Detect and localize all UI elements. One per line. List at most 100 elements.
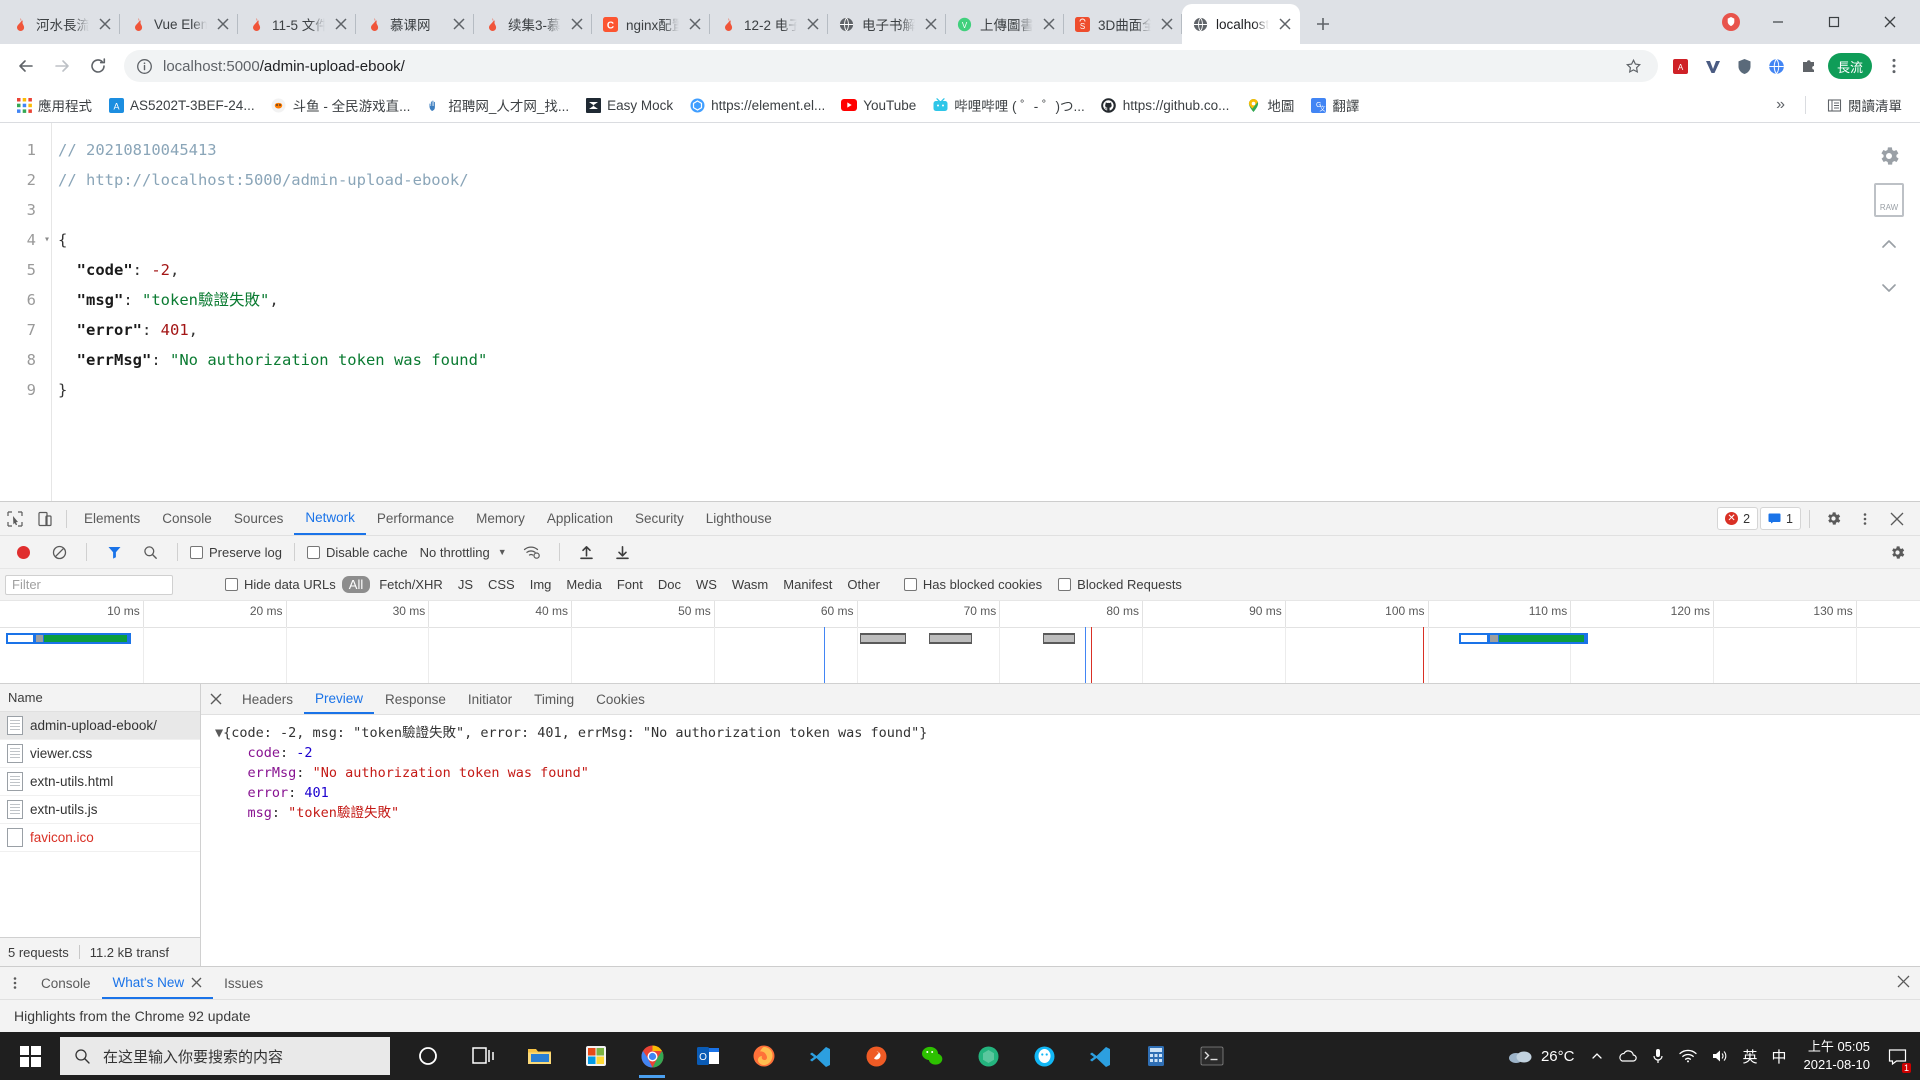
store-icon[interactable] bbox=[568, 1032, 624, 1080]
resource-type-filter-wasm[interactable]: Wasm bbox=[726, 577, 774, 592]
resource-type-filter-fetch-xhr[interactable]: Fetch/XHR bbox=[373, 577, 449, 592]
pdf-extension-icon[interactable]: A bbox=[1666, 51, 1696, 81]
browser-tab[interactable]: 河水長流 bbox=[2, 4, 120, 44]
tab-close-icon[interactable] bbox=[1276, 15, 1294, 33]
tab-close-icon[interactable] bbox=[332, 15, 350, 33]
reload-button[interactable] bbox=[80, 48, 116, 84]
throttling-select[interactable]: No throttling ▼ bbox=[420, 545, 507, 560]
collapse-up-icon[interactable] bbox=[1872, 227, 1906, 261]
devtools-panel-tab-performance[interactable]: Performance bbox=[366, 502, 465, 535]
request-row[interactable]: admin-upload-ebook/ bbox=[0, 712, 200, 740]
forward-button[interactable] bbox=[44, 48, 80, 84]
resource-type-filter-all[interactable]: All bbox=[341, 576, 371, 593]
bookmark-item[interactable]: Easy Mock bbox=[577, 94, 681, 116]
calculator-icon[interactable] bbox=[1128, 1032, 1184, 1080]
detail-tab-preview[interactable]: Preview bbox=[304, 684, 375, 714]
detail-tab-headers[interactable]: Headers bbox=[231, 684, 304, 714]
gear-icon[interactable] bbox=[1818, 505, 1848, 533]
tab-close-icon[interactable] bbox=[450, 15, 468, 33]
chrome-icon[interactable] bbox=[624, 1032, 680, 1080]
bookmark-item[interactable]: 斗鱼 - 全民游戏直... bbox=[263, 92, 419, 118]
volume-icon[interactable] bbox=[1704, 1032, 1735, 1080]
request-row[interactable]: viewer.css bbox=[0, 740, 200, 768]
error-count-chip[interactable]: ✕ 2 bbox=[1717, 507, 1759, 530]
request-row[interactable]: extn-utils.html bbox=[0, 768, 200, 796]
start-button[interactable] bbox=[0, 1032, 60, 1080]
maximize-button[interactable] bbox=[1806, 3, 1862, 41]
device-toolbar-icon[interactable] bbox=[30, 505, 60, 533]
browser-tab[interactable]: 续集3-慕 bbox=[473, 4, 592, 44]
resource-type-filter-font[interactable]: Font bbox=[611, 577, 649, 592]
network-overview-timeline[interactable]: 10 ms 20 ms 30 ms 40 ms 50 ms 60 ms 70 ms 80 ms… bbox=[0, 601, 1920, 684]
browser-tab[interactable]: Cnginx配置 bbox=[591, 4, 710, 44]
tray-expand-chevron-icon[interactable] bbox=[1584, 1032, 1610, 1080]
request-list-header[interactable]: Name bbox=[0, 684, 200, 712]
download-arrow-icon[interactable] bbox=[608, 538, 638, 566]
close-icon[interactable] bbox=[1882, 505, 1912, 533]
disable-cache-checkbox[interactable]: Disable cache bbox=[306, 545, 408, 560]
fold-toggle[interactable]: ▾ bbox=[36, 225, 58, 255]
bookmark-item[interactable]: https://github.co... bbox=[1093, 94, 1238, 116]
node-icon[interactable] bbox=[960, 1032, 1016, 1080]
blocked-requests-checkbox[interactable]: Blocked Requests bbox=[1058, 577, 1182, 592]
address-bar[interactable]: localhost:5000/admin-upload-ebook/ bbox=[124, 50, 1658, 82]
expand-down-icon[interactable] bbox=[1872, 271, 1906, 305]
cortana-circle-icon[interactable] bbox=[400, 1032, 456, 1080]
bookmark-item[interactable]: 哔哩哔哩 ( ゜- ゜)つ... bbox=[924, 92, 1093, 118]
devtools-panel-tab-network[interactable]: Network bbox=[294, 502, 366, 535]
three-dots-icon[interactable] bbox=[1876, 48, 1912, 84]
browser-tab-active[interactable]: localhost bbox=[1181, 4, 1300, 44]
resource-type-filter-ws[interactable]: WS bbox=[690, 577, 723, 592]
record-dot-icon[interactable] bbox=[8, 538, 38, 566]
clear-circle-icon[interactable] bbox=[44, 538, 74, 566]
tab-close-icon[interactable] bbox=[686, 15, 704, 33]
browser-tab[interactable]: Vue Elem bbox=[119, 4, 238, 44]
drawer-tab-issues[interactable]: Issues bbox=[213, 967, 274, 999]
ime-indicator[interactable]: 英 bbox=[1735, 1032, 1764, 1080]
vimium-extension-icon[interactable] bbox=[1698, 51, 1728, 81]
browser-tab[interactable]: 12-2 电子 bbox=[709, 4, 828, 44]
info-circle-icon[interactable] bbox=[136, 58, 153, 75]
shield-extension-icon[interactable] bbox=[1730, 51, 1760, 81]
browser-shield-icon[interactable] bbox=[1712, 3, 1750, 41]
globe-extension-icon[interactable] bbox=[1762, 51, 1792, 81]
browser-tab[interactable]: 电子书解 bbox=[827, 4, 946, 44]
bookmark-item[interactable]: https://element.el... bbox=[681, 94, 833, 116]
has-blocked-cookies-checkbox[interactable]: Has blocked cookies bbox=[903, 577, 1042, 592]
terminal-icon[interactable] bbox=[1184, 1032, 1240, 1080]
browser-tab[interactable]: V 上傳圖書 bbox=[945, 4, 1064, 44]
upload-arrow-icon[interactable] bbox=[572, 538, 602, 566]
tab-close-icon[interactable] bbox=[96, 15, 114, 33]
new-tab-button[interactable] bbox=[1306, 7, 1340, 41]
filter-input[interactable]: Filter bbox=[5, 574, 173, 595]
devtools-panel-tab-security[interactable]: Security bbox=[624, 502, 695, 535]
resource-type-filter-doc[interactable]: Doc bbox=[652, 577, 687, 592]
task-view-icon[interactable] bbox=[456, 1032, 512, 1080]
bookmarks-overflow-button[interactable]: » bbox=[1768, 96, 1793, 114]
browser-tab[interactable]: 慕课网 bbox=[355, 4, 474, 44]
reading-list-button[interactable]: 閱讀清單 bbox=[1818, 92, 1910, 118]
star-icon[interactable] bbox=[1622, 54, 1646, 78]
bookmark-item[interactable]: G 文翻譯 bbox=[1302, 92, 1367, 118]
network-settings-gear-icon[interactable] bbox=[1882, 538, 1912, 566]
expand-triangle-icon[interactable]: ▼ bbox=[215, 725, 223, 741]
request-row[interactable]: favicon.ico bbox=[0, 824, 200, 852]
browser-tab[interactable]: S 3D曲面全 bbox=[1063, 4, 1182, 44]
tab-close-icon[interactable] bbox=[1040, 15, 1058, 33]
bookmark-item[interactable]: 應用程式 bbox=[8, 92, 100, 118]
gear-icon[interactable] bbox=[1872, 139, 1906, 173]
close-window-button[interactable] bbox=[1862, 3, 1918, 41]
detail-tab-timing[interactable]: Timing bbox=[523, 684, 585, 714]
close-detail-icon[interactable] bbox=[201, 685, 231, 713]
drawer-tab-console[interactable]: Console bbox=[30, 967, 102, 999]
detail-tab-response[interactable]: Response bbox=[374, 684, 457, 714]
tab-close-icon[interactable] bbox=[1158, 15, 1176, 33]
bookmark-item[interactable]: A AS5202T-3BEF-24... bbox=[100, 94, 263, 116]
back-button[interactable] bbox=[8, 48, 44, 84]
resource-type-filter-img[interactable]: Img bbox=[524, 577, 558, 592]
minimize-button[interactable] bbox=[1750, 3, 1806, 41]
drawer-tab-what-s-new[interactable]: What's New bbox=[101, 967, 214, 999]
magnifier-icon[interactable] bbox=[135, 538, 165, 566]
detail-tab-cookies[interactable]: Cookies bbox=[585, 684, 656, 714]
devtools-panel-tab-console[interactable]: Console bbox=[151, 502, 223, 535]
